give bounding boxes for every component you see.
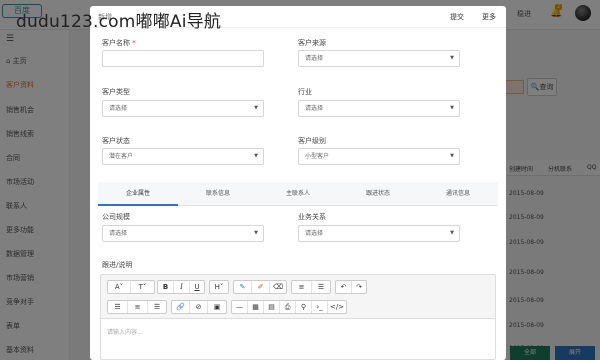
horizontal-rule-icon[interactable]: — (232, 301, 248, 313)
eraser-icon[interactable]: ⌫ (270, 281, 286, 293)
notes-label: 跟进/说明 (102, 261, 133, 269)
bullet-list-icon[interactable]: ≡ (292, 281, 312, 293)
customer-source-label: 客户来源 (298, 39, 326, 47)
table-icon[interactable]: ▦ (248, 301, 264, 313)
business-relation-label: 业务关系 (298, 213, 326, 221)
customer-name-label: 客户名称 * (102, 39, 136, 47)
tab-company-attributes[interactable]: 企业属性 (98, 182, 178, 206)
tab-contact-info[interactable]: 联系信息 (178, 182, 258, 206)
company-size-select[interactable]: 请选择 ▼ (102, 225, 264, 242)
toolbar-group-heading: H˅ (209, 280, 229, 294)
pencil-icon[interactable]: ✎ (234, 281, 252, 293)
customer-source-select[interactable]: 请选择 ▼ (298, 50, 460, 67)
toolbar-group-format: B I U (157, 280, 205, 294)
link-icon[interactable]: 🔗 (172, 301, 190, 313)
toolbar-group-draw: ✎ ✐ ⌫ (233, 280, 287, 294)
tab-follow-status[interactable]: 跟进状态 (338, 182, 418, 206)
customer-type-select[interactable]: 请选择 ▼ (102, 100, 264, 117)
text-style-icon[interactable]: T˅ (131, 281, 154, 293)
more-button[interactable]: 更多 (482, 12, 496, 22)
toolbar-group-align: ☰ ≡ ☰ (107, 300, 167, 314)
italic-icon[interactable]: I (174, 281, 190, 293)
customer-status-label: 客户状态 (102, 137, 130, 145)
industry-select[interactable]: 请选择 ▼ (298, 100, 460, 117)
chevron-down-icon: ▼ (450, 153, 454, 159)
font-size-icon[interactable]: A˅ (108, 281, 131, 293)
align-left-icon[interactable]: ☰ (108, 301, 128, 313)
rich-text-editor: A˅ T˅ B I U H˅ ✎ ✐ ⌫ ≡ ☰ ↶ ↷ ☰ ≡ ☰ 🔗 ⊘ ▣… (100, 274, 496, 360)
code-icon[interactable]: ›_ (312, 301, 328, 313)
chevron-down-icon: ▼ (450, 105, 454, 111)
customer-level-select[interactable]: 小型客户 ▼ (298, 148, 460, 165)
new-customer-modal: 新增 提交 更多 客户名称 * 客户来源 请选择 ▼ 客户类型 请选择 ▼ 行业 请… (90, 6, 506, 360)
company-size-label: 公司规模 (102, 213, 130, 221)
file-icon[interactable]: ⎙ (280, 301, 296, 313)
customer-name-input[interactable] (102, 50, 264, 67)
tab-communication[interactable]: 通讯信息 (418, 182, 498, 206)
toolbar-group-link: 🔗 ⊘ ▣ (171, 300, 227, 314)
heading-icon[interactable]: H˅ (210, 281, 228, 293)
toolbar-group-lists: ≡ ☰ (291, 280, 331, 294)
editor-toolbar: A˅ T˅ B I U H˅ ✎ ✐ ⌫ ≡ ☰ ↶ ↷ ☰ ≡ ☰ 🔗 ⊘ ▣… (101, 275, 495, 319)
industry-label: 行业 (298, 88, 312, 96)
chevron-down-icon: ▼ (254, 230, 258, 236)
chevron-down-icon: ▼ (254, 153, 258, 159)
chevron-down-icon: ▼ (254, 105, 258, 111)
customer-status-select[interactable]: 潜在客户 ▼ (102, 148, 264, 165)
align-center-icon[interactable]: ≡ (128, 301, 148, 313)
location-icon[interactable]: ⚲ (296, 301, 312, 313)
align-right-icon[interactable]: ☰ (148, 301, 166, 313)
video-icon[interactable]: ▣ (208, 301, 226, 313)
numbered-list-icon[interactable]: ☰ (312, 281, 330, 293)
bold-icon[interactable]: B (158, 281, 174, 293)
site-watermark: dudu123.com嘟嘟Ai导航 (16, 12, 222, 32)
toolbar-group-history: ↶ ↷ (335, 280, 367, 294)
redo-icon[interactable]: ↷ (352, 281, 366, 293)
source-code-icon[interactable]: </> (328, 301, 346, 313)
customer-level-label: 客户级别 (298, 137, 326, 145)
submit-button[interactable]: 提交 (450, 12, 464, 22)
chevron-down-icon: ▼ (450, 55, 454, 61)
image-icon[interactable]: ▤ (264, 301, 280, 313)
business-relation-select[interactable]: 请选择 ▼ (298, 225, 460, 242)
chevron-down-icon: ▼ (450, 230, 454, 236)
tab-main-contact[interactable]: 主联系人 (258, 182, 338, 206)
customer-type-label: 客户类型 (102, 88, 130, 96)
toolbar-group-text: A˅ T˅ (107, 280, 155, 294)
editor-placeholder[interactable]: 请输入内容... (107, 327, 143, 336)
undo-icon[interactable]: ↶ (336, 281, 352, 293)
unlink-icon[interactable]: ⊘ (190, 301, 208, 313)
brush-icon[interactable]: ✐ (252, 281, 270, 293)
underline-icon[interactable]: U (190, 281, 204, 293)
toolbar-group-insert: — ▦ ▤ ⎙ ⚲ ›_ </> (231, 300, 347, 314)
detail-tabs: 企业属性 联系信息 主联系人 跟进状态 通讯信息 (98, 182, 498, 206)
